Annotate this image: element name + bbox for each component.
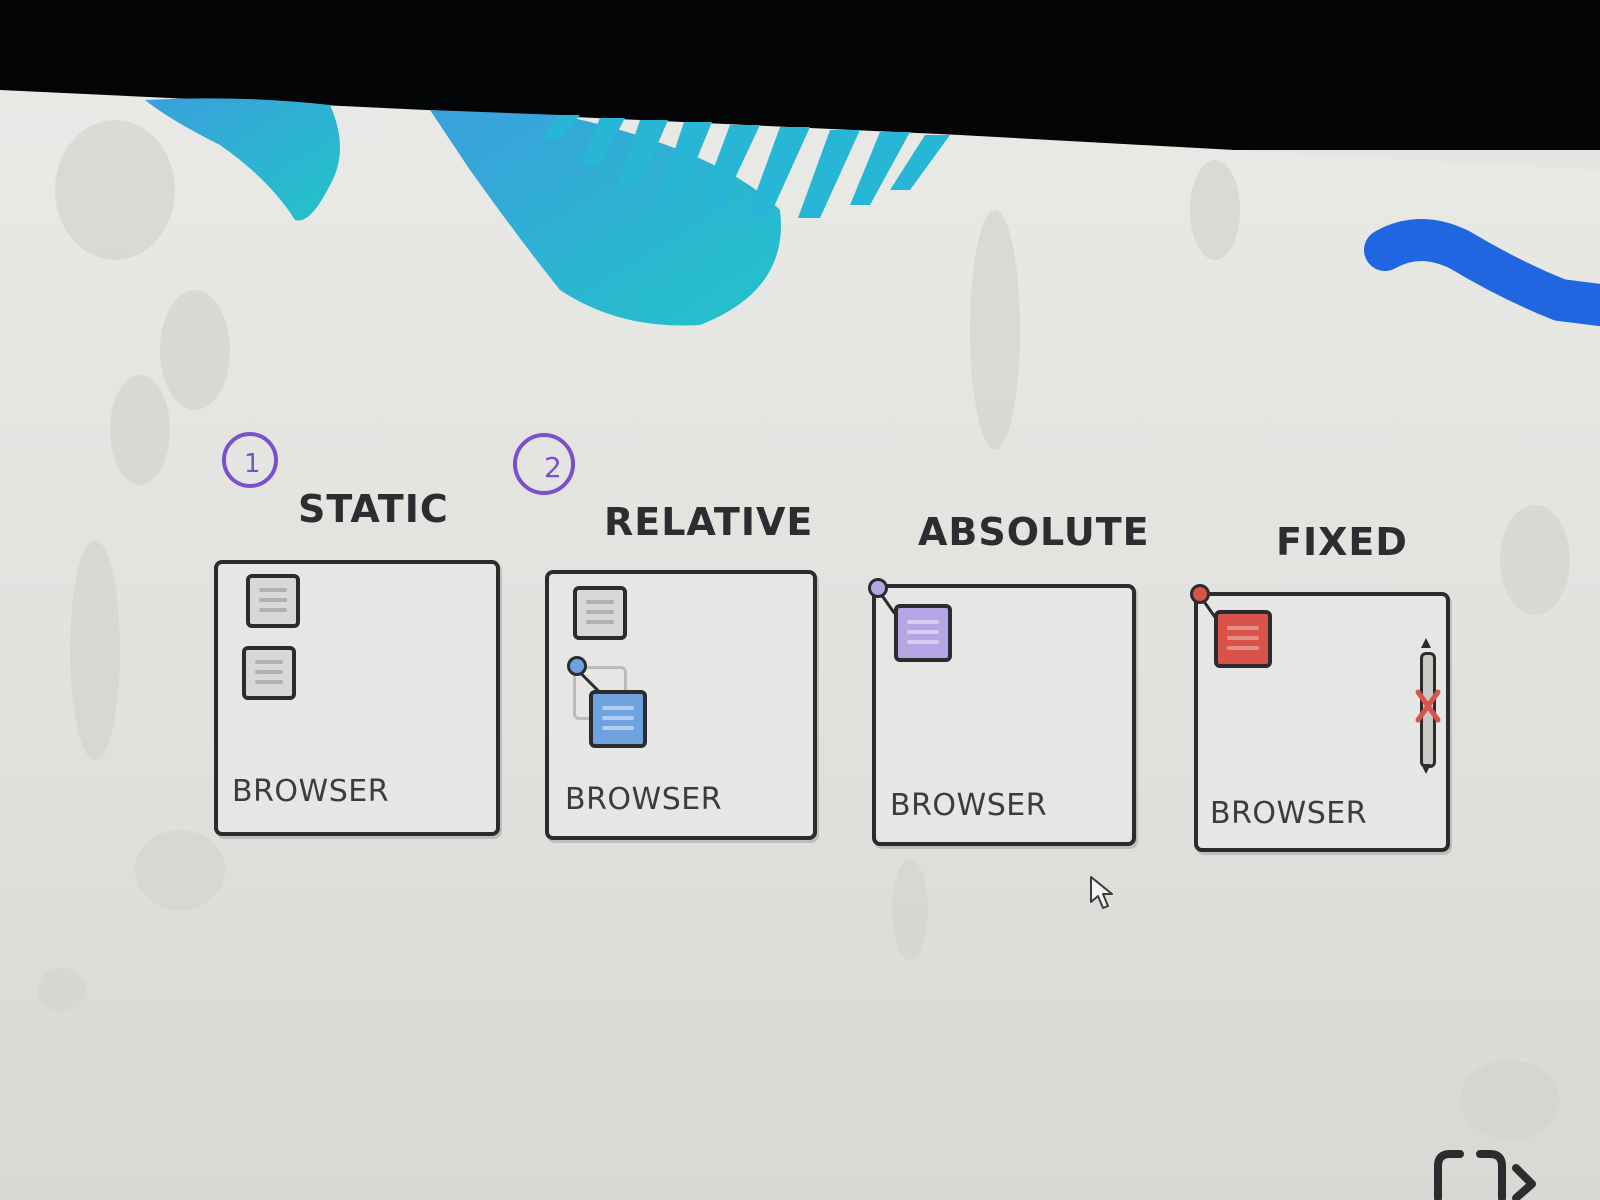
browser-label: BROWSER: [565, 782, 723, 817]
browser-label: BROWSER: [232, 774, 390, 809]
browser-label: BROWSER: [1210, 796, 1368, 831]
annotation-circle-1: 1: [222, 432, 278, 488]
annotation-number: 2: [544, 451, 562, 484]
blue-blob-left: [145, 98, 340, 221]
scroll-arrows-icon: [1421, 638, 1431, 774]
relative-block-static: [573, 586, 627, 640]
brackets-icon: [1434, 1150, 1536, 1200]
anchor-pin: [1190, 584, 1210, 604]
offset-pin: [567, 656, 587, 676]
browser-label: BROWSER: [890, 788, 1048, 823]
title-relative: RELATIVE: [604, 500, 814, 544]
anchor-pin: [868, 578, 888, 598]
blue-wave-right: [1364, 219, 1600, 326]
title-static: STATIC: [298, 487, 449, 531]
annotation-number: 1: [244, 449, 261, 479]
relative-block-offset: [589, 690, 647, 748]
title-absolute: ABSOLUTE: [918, 510, 1150, 554]
panel-absolute: BROWSER: [868, 578, 1136, 846]
static-block-1: [246, 574, 300, 628]
mouse-pointer-icon: [1090, 876, 1113, 909]
fixed-block: [1214, 610, 1272, 668]
panel-fixed: BROWSER: [1190, 584, 1450, 852]
panel-static: BROWSER: [214, 560, 500, 836]
title-fixed: FIXED: [1276, 520, 1408, 564]
absolute-block: [894, 604, 952, 662]
static-block-2: [242, 646, 296, 700]
annotation-circle-2: 2: [513, 433, 575, 495]
panel-relative: BROWSER: [545, 570, 817, 840]
